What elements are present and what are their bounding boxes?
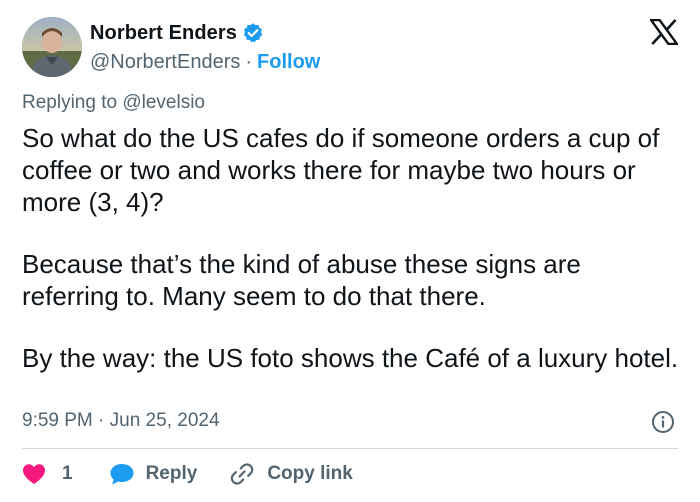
- separator-dot: ·: [245, 50, 253, 73]
- author-names: Norbert Enders @NorbertEnders · Follow: [90, 18, 320, 76]
- handle-row: @NorbertEnders · Follow: [90, 48, 320, 76]
- copy-link-button[interactable]: Copy link: [229, 461, 353, 487]
- info-icon[interactable]: [651, 410, 675, 434]
- like-count: 1: [62, 463, 73, 484]
- follow-button[interactable]: Follow: [257, 51, 320, 74]
- heart-icon: [22, 463, 46, 485]
- tweet-paragraph: So what do the US cafes do if someone or…: [22, 123, 660, 217]
- copy-link-label: Copy link: [267, 463, 353, 484]
- replying-to: Replying to @levelsio: [22, 92, 205, 114]
- divider: [22, 448, 678, 449]
- avatar[interactable]: [22, 17, 82, 77]
- like-button[interactable]: 1: [22, 463, 73, 485]
- verified-badge-icon: [242, 22, 264, 44]
- action-bar: 1 Reply Copy link: [22, 457, 353, 491]
- replying-mention[interactable]: @levelsio: [122, 92, 205, 113]
- tweet-card: Norbert Enders @NorbertEnders · Follow R…: [0, 0, 700, 502]
- x-logo-icon[interactable]: [648, 18, 680, 46]
- tweet-text: So what do the US cafes do if someone or…: [22, 122, 682, 374]
- speech-bubble-icon: [109, 462, 135, 486]
- reply-button[interactable]: Reply: [109, 462, 198, 486]
- name-row: Norbert Enders: [90, 18, 320, 48]
- tweet-paragraph: By the way: the US foto shows the Café o…: [22, 343, 679, 373]
- link-icon: [229, 461, 255, 487]
- tweet-paragraph: Because that’s the kind of abuse these s…: [22, 249, 581, 311]
- author-header: Norbert Enders @NorbertEnders · Follow: [22, 17, 320, 77]
- replying-prefix: Replying to: [22, 92, 123, 113]
- avatar-photo: [22, 17, 82, 77]
- reply-label: Reply: [145, 463, 198, 484]
- display-name[interactable]: Norbert Enders: [90, 22, 237, 45]
- author-handle[interactable]: @NorbertEnders: [90, 51, 240, 74]
- tweet-timestamp[interactable]: 9:59 PM · Jun 25, 2024: [22, 410, 220, 432]
